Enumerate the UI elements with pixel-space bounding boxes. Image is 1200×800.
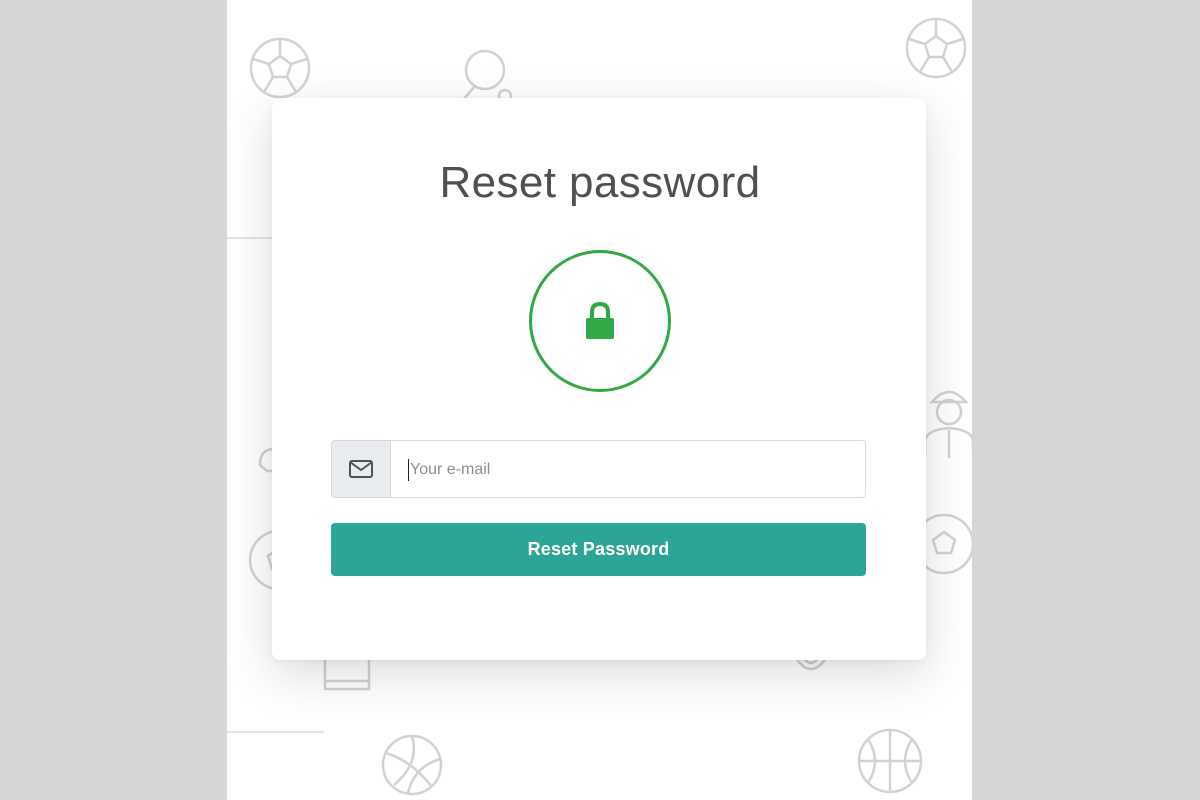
lock-badge: [529, 250, 671, 392]
reset-password-button[interactable]: Reset Password: [331, 523, 866, 576]
email-addon: [332, 441, 391, 497]
lock-icon: [586, 301, 614, 339]
referee-icon: [922, 380, 972, 460]
ping-pong-paddle-icon: [457, 48, 517, 103]
jersey-icon: [322, 655, 372, 693]
volleyball-icon: [380, 733, 444, 797]
page-title: Reset password: [439, 158, 761, 207]
soccer-ball-icon: [248, 36, 312, 100]
envelope-icon: [349, 460, 373, 478]
divider-line: [227, 237, 277, 239]
email-field[interactable]: [408, 459, 865, 481]
email-input-group: [331, 440, 866, 498]
divider-line: [227, 731, 324, 733]
soccer-ball-icon: [904, 16, 968, 80]
soccer-ball-icon: [924, 512, 972, 576]
basketball-icon: [856, 727, 924, 795]
